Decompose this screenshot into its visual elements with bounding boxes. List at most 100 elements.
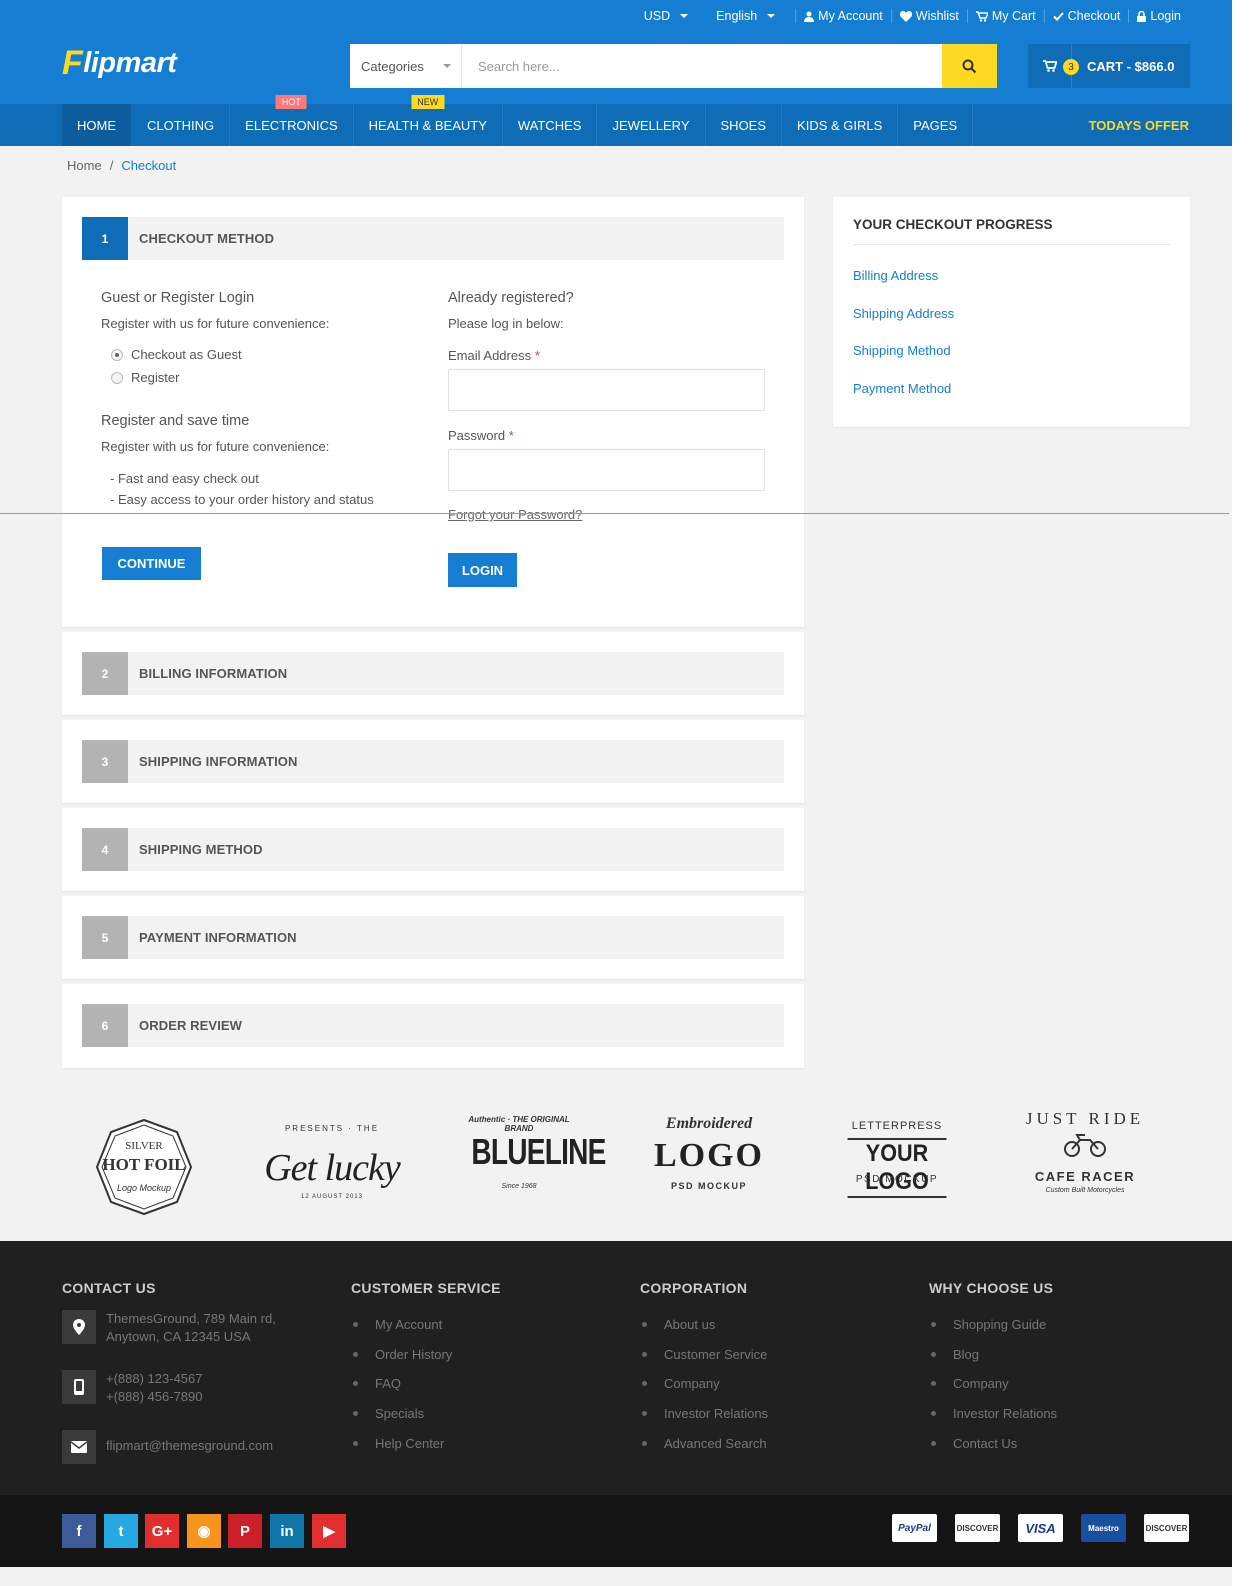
nav-item-home[interactable]: HOME: [62, 104, 132, 146]
todays-offer-link[interactable]: TODAYS OFFER: [1089, 104, 1189, 146]
progress-shipping-address-link[interactable]: Shipping Address: [853, 306, 954, 321]
brand-logo-embroidered[interactable]: Embroidered LOGO PSD MOCKUP: [650, 1113, 768, 1195]
step-header[interactable]: 4 SHIPPING METHOD: [82, 828, 784, 871]
step-title: SHIPPING METHOD: [139, 842, 263, 857]
nav-item-jewellery[interactable]: JEWELLERY: [597, 104, 706, 146]
linkedin-icon[interactable]: in: [270, 1514, 304, 1548]
category-select[interactable]: Categories: [350, 44, 462, 88]
step-header[interactable]: 1 CHECKOUT METHOD: [82, 217, 784, 260]
progress-shipping-method-link[interactable]: Shipping Method: [853, 343, 951, 358]
map-pin-icon: [62, 1310, 96, 1344]
wishlist-link[interactable]: Wishlist: [890, 9, 967, 23]
cart-button[interactable]: 3 CART - $866.0: [1028, 44, 1190, 88]
nav-item-health-beauty[interactable]: NEW HEALTH & BEAUTY: [354, 95, 503, 146]
footer-link[interactable]: FAQ: [353, 1376, 401, 1391]
brand-sub-text: 12 AUGUST 2013: [301, 1194, 363, 1200]
social-glyph: P: [239, 1522, 250, 1540]
breadcrumb-home[interactable]: Home: [67, 158, 102, 173]
footer-link[interactable]: Investor Relations: [642, 1406, 768, 1421]
footer-link[interactable]: Company: [931, 1376, 1009, 1391]
password-field[interactable]: [448, 449, 765, 491]
payment-label: Maestro: [1088, 1523, 1119, 1533]
brand-main-text: CAFE RACER: [1034, 1169, 1136, 1184]
footer-link[interactable]: Company: [642, 1376, 720, 1391]
footer-link[interactable]: Customer Service: [642, 1347, 767, 1362]
brand-top-text: PRESENTS · THE: [284, 1124, 380, 1133]
step-title: SHIPPING INFORMATION: [139, 754, 298, 769]
nav-item-watches[interactable]: WATCHES: [503, 104, 598, 146]
footer-link[interactable]: Specials: [353, 1406, 424, 1421]
search-button[interactable]: [942, 44, 997, 88]
social-glyph: in: [280, 1522, 294, 1540]
checkout-method-panel: 1 CHECKOUT METHOD Guest or Register Login…: [62, 197, 804, 627]
radio-unchecked: [111, 371, 123, 384]
password-label-text: Password: [448, 428, 506, 443]
brand-logo-cafe-racer[interactable]: JUST RIDE CAFE RACER Custom Built Motorc…: [1025, 1105, 1145, 1200]
progress-billing-address-link[interactable]: Billing Address: [853, 268, 938, 283]
brand-logo-hot-foil[interactable]: SILVER HOT FOIL Logo Mockup: [95, 1118, 193, 1216]
footer-link[interactable]: Contact Us: [931, 1436, 1017, 1451]
nav-item-pages[interactable]: PAGES: [898, 104, 974, 146]
language-dropdown[interactable]: English: [708, 9, 783, 23]
currency-dropdown[interactable]: USD: [636, 9, 696, 23]
nav-item-electronics[interactable]: HOT ELECTRONICS: [230, 95, 354, 146]
search-input[interactable]: [462, 44, 942, 88]
footer-link[interactable]: Shopping Guide: [931, 1317, 1046, 1332]
twitter-icon[interactable]: t: [104, 1514, 138, 1548]
my-cart-link[interactable]: My Cart: [966, 9, 1044, 23]
footer-link[interactable]: Blog: [931, 1347, 979, 1362]
checkout-link[interactable]: Checkout: [1043, 9, 1129, 23]
checkout-as-guest-radio[interactable]: Checkout as Guest: [111, 347, 421, 362]
brand-main-text: BLUELINE: [471, 1131, 606, 1172]
nav-item-shoes[interactable]: SHOES: [706, 104, 783, 146]
step-header[interactable]: 5 PAYMENT INFORMATION: [82, 916, 784, 959]
footer-link-label: My Account: [375, 1317, 443, 1332]
footer-link-label: Help Center: [375, 1436, 445, 1451]
footer-link[interactable]: About us: [642, 1317, 715, 1332]
nav-item-clothing[interactable]: CLOTHING: [132, 104, 231, 146]
nav-label: ELECTRONICS: [245, 117, 338, 133]
social-glyph: f: [76, 1522, 82, 1540]
footer-link[interactable]: Advanced Search: [642, 1436, 767, 1451]
nav-item-kids-girls[interactable]: KIDS & GIRLS: [782, 104, 899, 146]
login-subtitle: Please log in below:: [448, 316, 564, 331]
bullet: [353, 1352, 358, 1357]
step-header[interactable]: 3 SHIPPING INFORMATION: [82, 740, 784, 783]
pinterest-icon[interactable]: P: [228, 1514, 262, 1548]
bullet: [642, 1352, 647, 1357]
cart-total: CART - $866.0: [1087, 58, 1175, 74]
nav-label: HOME: [77, 117, 116, 133]
footer-link-label: About us: [664, 1317, 716, 1332]
footer-phones: +(888) 123-4567 +(888) 456-7890: [106, 1370, 203, 1406]
rss-icon[interactable]: ◉: [187, 1514, 221, 1548]
footer-link[interactable]: Order History: [353, 1347, 452, 1362]
visa-icon: VISA: [1018, 1514, 1063, 1542]
brand-logo-get-lucky[interactable]: PRESENTS · THE Get lucky 12 AUGUST 2013: [258, 1118, 406, 1208]
continue-button[interactable]: CONTINUE: [102, 547, 201, 580]
login-button[interactable]: LOGIN: [448, 553, 517, 587]
bullet: [642, 1441, 647, 1446]
footer-email-link[interactable]: flipmart@themesground.com: [106, 1437, 273, 1455]
brand-logo-letterpress[interactable]: LETTERPRESS YOUR LOGO PSD MOCKUP: [838, 1118, 956, 1198]
footer-link[interactable]: Investor Relations: [931, 1406, 1057, 1421]
footer-link[interactable]: My Account: [353, 1317, 442, 1332]
step-header[interactable]: 2 BILLING INFORMATION: [82, 652, 784, 695]
login-link[interactable]: Login: [1128, 9, 1189, 23]
progress-payment-method-link[interactable]: Payment Method: [853, 381, 951, 396]
my-account-link[interactable]: My Account: [795, 9, 891, 23]
register-radio[interactable]: Register: [111, 370, 421, 385]
main-nav: HOME CLOTHING HOT ELECTRONICS NEW HEALTH &…: [0, 95, 1232, 146]
logo[interactable]: Flipmart: [62, 44, 177, 83]
footer-link[interactable]: Help Center: [353, 1436, 444, 1451]
email-field[interactable]: [448, 369, 765, 411]
step-header[interactable]: 6 ORDER REVIEW: [82, 1004, 784, 1047]
brand-logo-blueline[interactable]: Authentic · THE ORIGINAL BRAND BLUELINE …: [458, 1113, 606, 1195]
step-number: 5: [82, 916, 128, 959]
youtube-icon[interactable]: ▶: [312, 1514, 346, 1548]
forgot-password-link[interactable]: Forgot your Password?: [448, 507, 768, 522]
bullet: [642, 1322, 647, 1327]
todays-offer-label: TODAYS OFFER: [1088, 117, 1189, 133]
google-plus-icon[interactable]: G+: [145, 1514, 179, 1548]
facebook-icon[interactable]: f: [62, 1514, 96, 1548]
footer-address: ThemesGround, 789 Main rd, Anytown, CA 12…: [106, 1310, 276, 1346]
